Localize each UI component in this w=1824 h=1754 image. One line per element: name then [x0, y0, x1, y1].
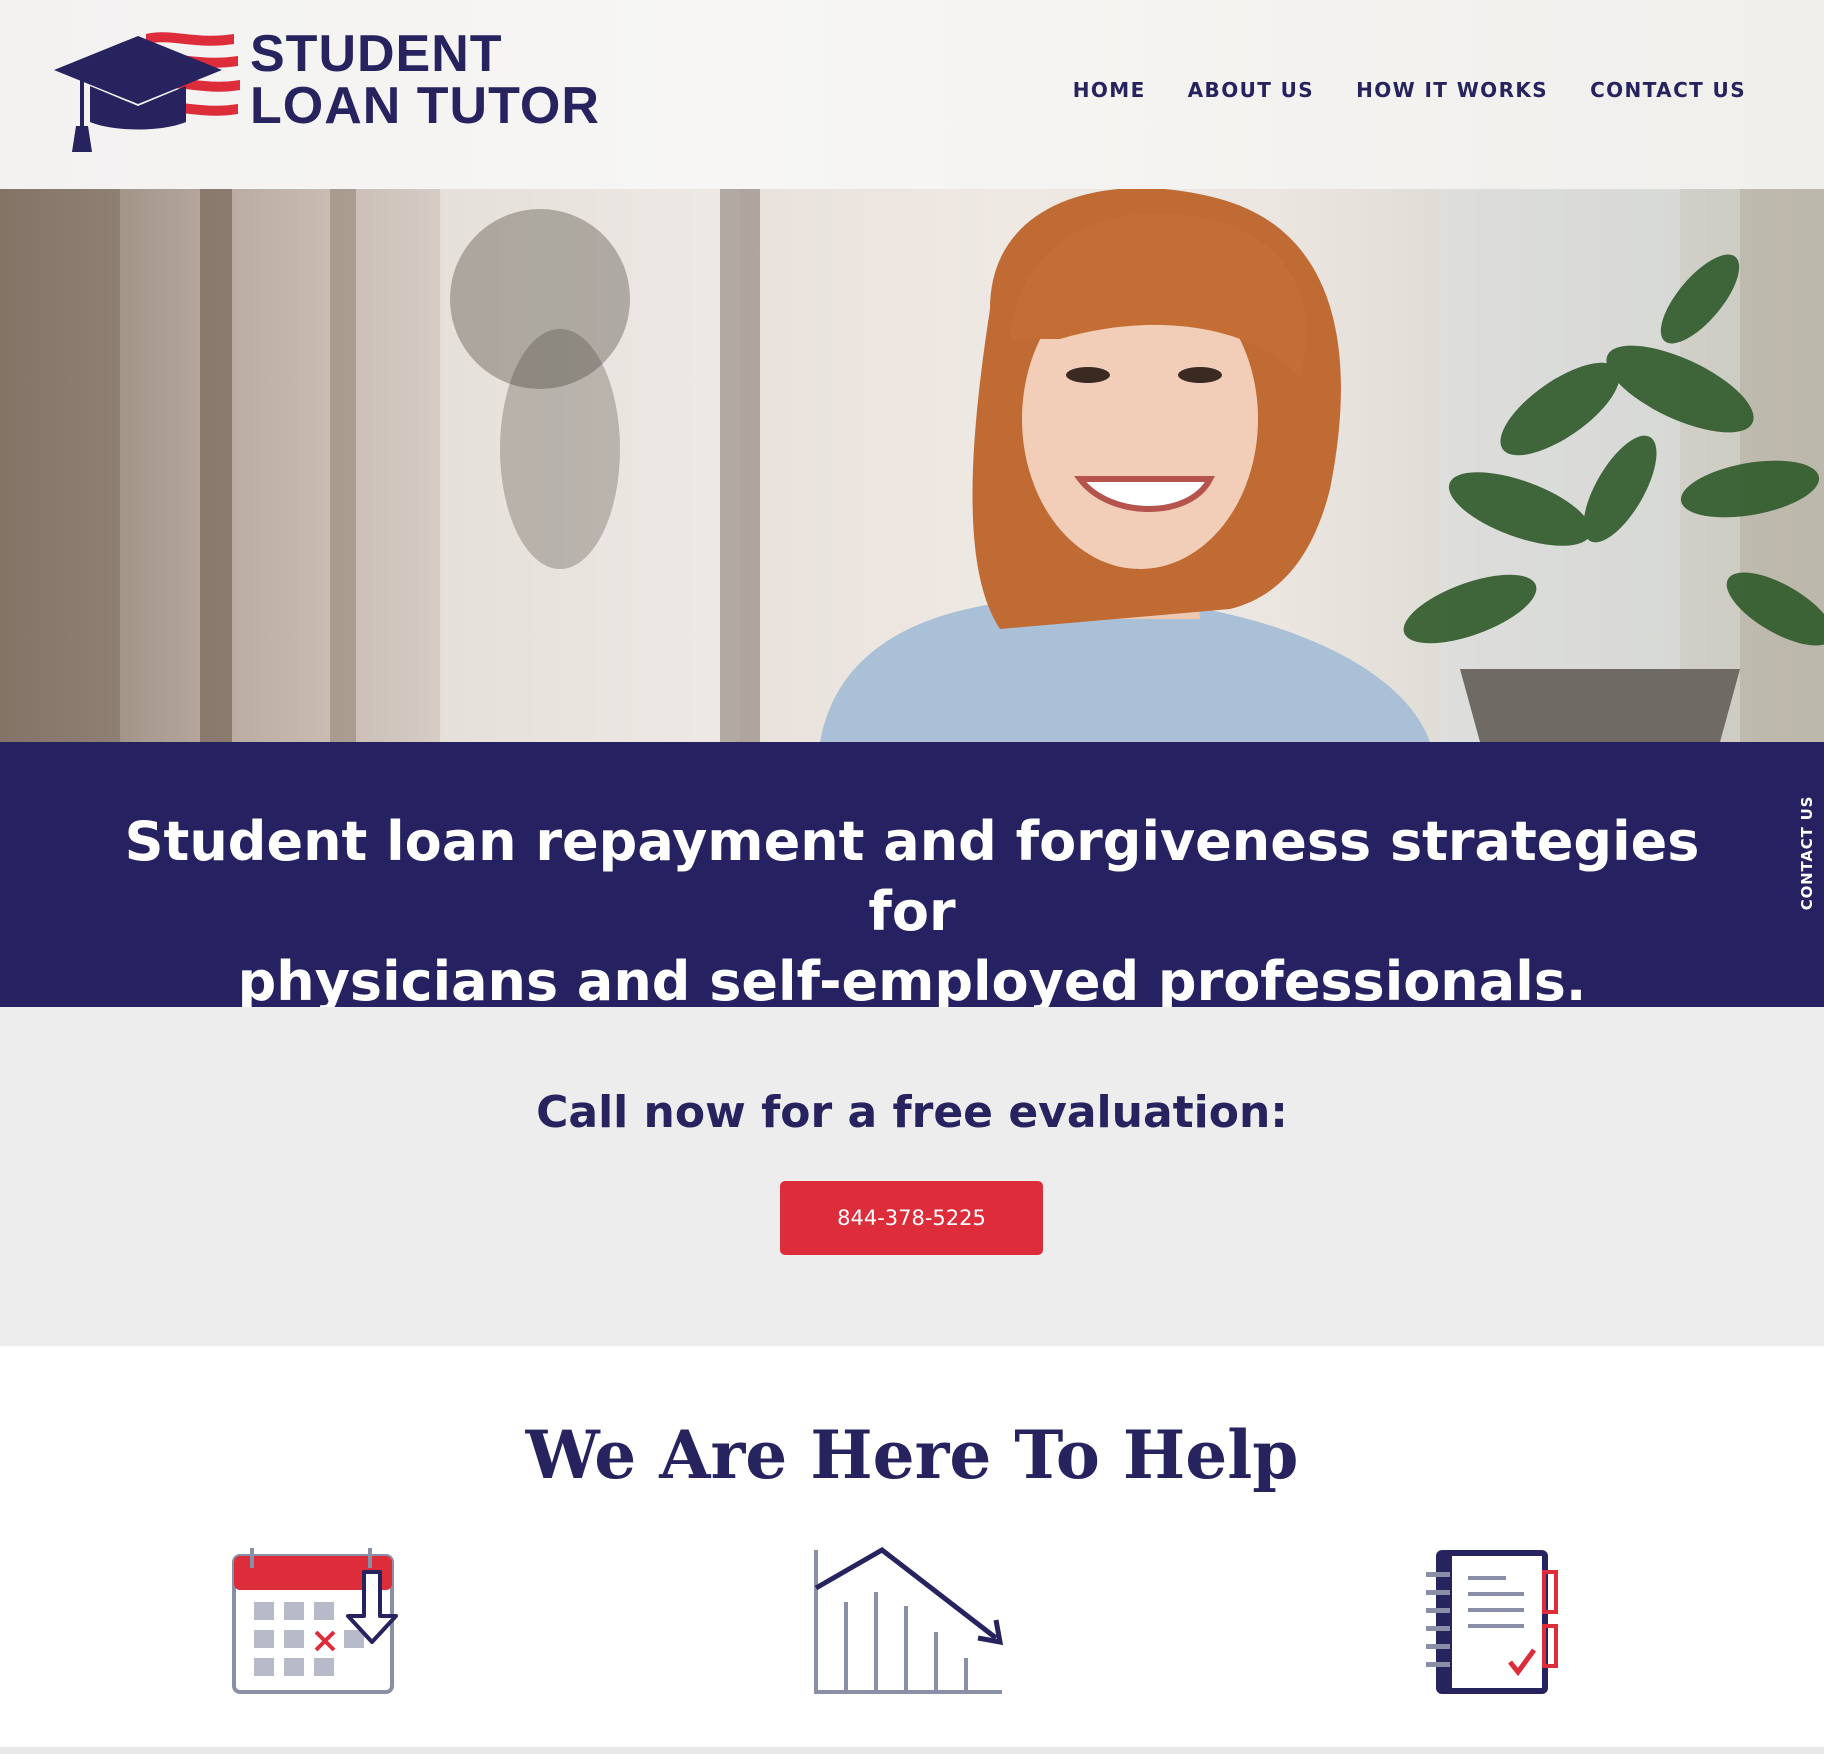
site-logo[interactable]: STUDENT LOAN TUTOR — [54, 22, 614, 162]
tagline-line1: Student loan repayment and forgiveness s… — [124, 810, 1700, 943]
side-tab-label: CONTACT US — [1798, 795, 1816, 910]
hero-photo-illustration — [0, 189, 1824, 742]
hero-image — [0, 189, 1824, 742]
help-section: We Are Here To Help — [0, 1346, 1824, 1754]
site-header: STUDENT LOAN TUTOR HOME ABOUT US HOW IT … — [0, 0, 1824, 189]
tagline-text: Student loan repayment and forgiveness s… — [100, 807, 1724, 1017]
nav-about-us[interactable]: ABOUT US — [1188, 78, 1314, 102]
call-to-action-section: Call now for a free evaluation: 844-378-… — [0, 1007, 1824, 1346]
graduation-cap-flag-icon — [54, 32, 240, 152]
declining-chart-icon — [814, 1546, 1004, 1694]
phone-call-button[interactable]: 844-378-5225 — [780, 1181, 1043, 1255]
main-nav: HOME ABOUT US HOW IT WORKS CONTACT US — [1073, 78, 1746, 102]
tagline-banner: Student loan repayment and forgiveness s… — [0, 742, 1824, 1013]
calendar-cancel-icon — [232, 1548, 398, 1694]
contact-us-side-tab[interactable]: CONTACT US — [1790, 790, 1824, 915]
logo-text-line2: LOAN TUTOR — [250, 77, 600, 135]
nav-home[interactable]: HOME — [1073, 78, 1146, 102]
help-heading: We Are Here To Help — [525, 1416, 1299, 1494]
notebook-checklist-icon — [1426, 1550, 1558, 1694]
logo-text-line1: STUDENT — [250, 25, 503, 83]
cta-heading: Call now for a free evaluation: — [536, 1087, 1288, 1138]
nav-contact-us[interactable]: CONTACT US — [1590, 78, 1746, 102]
nav-how-it-works[interactable]: HOW IT WORKS — [1356, 78, 1548, 102]
section-divider — [0, 1747, 1824, 1754]
